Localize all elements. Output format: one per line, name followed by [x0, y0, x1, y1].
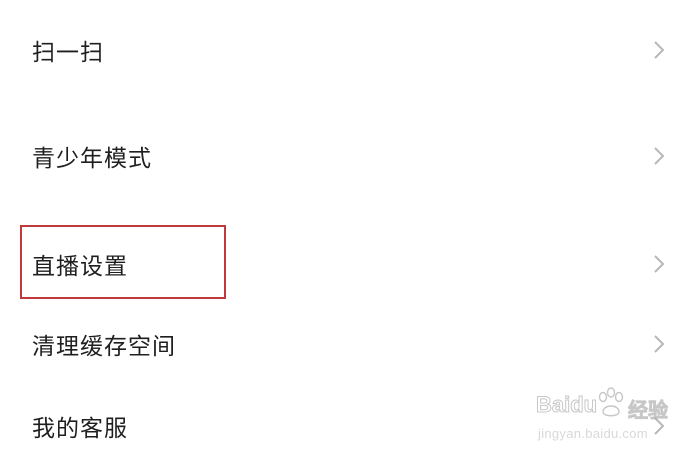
settings-list: 扫一扫 青少年模式 直播设置 清理缓存空间 我的客服: [0, 0, 700, 462]
chevron-right-icon: [654, 41, 665, 59]
settings-item-label: 扫一扫: [32, 40, 104, 66]
settings-item-label: 直播设置: [32, 254, 128, 280]
settings-item-clear-cache[interactable]: 清理缓存空间: [0, 314, 700, 374]
chevron-right-icon: [654, 255, 665, 273]
settings-item-label: 青少年模式: [32, 146, 152, 172]
settings-item-label: 清理缓存空间: [32, 334, 176, 360]
settings-item-scan[interactable]: 扫一扫: [0, 20, 700, 80]
settings-item-label: 我的客服: [32, 416, 128, 442]
chevron-right-icon: [654, 335, 665, 353]
chevron-right-icon: [654, 417, 665, 435]
settings-item-customer-service[interactable]: 我的客服: [0, 396, 700, 456]
settings-item-teen-mode[interactable]: 青少年模式: [0, 126, 700, 186]
chevron-right-icon: [654, 147, 665, 165]
settings-item-live-settings[interactable]: 直播设置: [0, 234, 700, 294]
